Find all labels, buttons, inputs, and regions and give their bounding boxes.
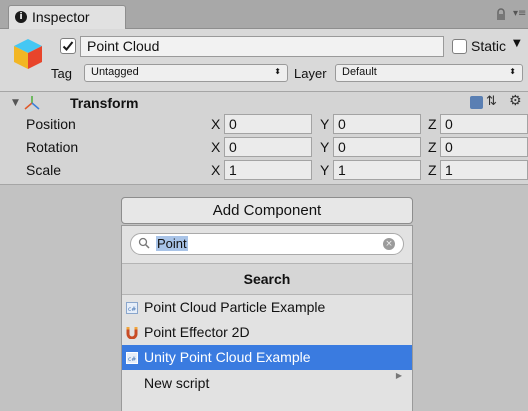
- search-section-title: Search: [122, 263, 412, 295]
- axis-z-label: Z: [428, 139, 437, 155]
- csharp-script-icon: c#: [126, 352, 138, 364]
- tab-inspector[interactable]: i Inspector: [8, 5, 126, 29]
- svg-text:c#: c#: [128, 306, 136, 313]
- position-x-field[interactable]: 0: [224, 114, 312, 134]
- tag-value: Untagged: [91, 66, 139, 78]
- list-item-label: Unity Point Cloud Example: [144, 349, 311, 365]
- object-header: Point Cloud Static ▼ Tag Untagged ⬍ Laye…: [0, 29, 528, 92]
- lock-icon[interactable]: [494, 8, 508, 22]
- static-label: Static: [471, 38, 507, 54]
- csharp-script-icon: c#: [126, 302, 138, 314]
- info-icon: i: [15, 11, 27, 23]
- static-dropdown-icon[interactable]: ▼: [513, 38, 521, 49]
- axis-z-label: Z: [428, 116, 437, 132]
- gameobject-cube-icon: [14, 39, 42, 69]
- checkmark-icon: [62, 41, 74, 51]
- list-item-label: New script: [144, 375, 210, 391]
- axis-x-label: X: [211, 162, 221, 178]
- scale-x-field[interactable]: 1: [224, 160, 312, 180]
- rotation-z-field[interactable]: 0: [440, 137, 528, 157]
- tab-bar: i Inspector ▾≡: [0, 0, 528, 29]
- position-y-field[interactable]: 0: [333, 114, 421, 134]
- axis-x-label: X: [211, 139, 221, 155]
- layer-label: Layer: [294, 66, 327, 81]
- list-item-selected[interactable]: c# Unity Point Cloud Example: [122, 345, 412, 370]
- active-checkbox[interactable]: [60, 38, 76, 54]
- axis-y-label: Y: [320, 162, 330, 178]
- foldout-arrow-icon[interactable]: ▼: [12, 98, 19, 108]
- axis-x-label: X: [211, 116, 221, 132]
- list-item[interactable]: Point Effector 2D: [122, 320, 412, 345]
- layer-dropdown[interactable]: Default ⬍: [335, 64, 523, 82]
- gear-icon[interactable]: ⚙: [509, 93, 522, 109]
- position-z-field[interactable]: 0: [440, 114, 528, 134]
- list-item[interactable]: c# Point Cloud Particle Example: [122, 295, 412, 320]
- search-icon: [138, 237, 150, 249]
- axis-z-label: Z: [428, 162, 437, 178]
- tab-menu-icon[interactable]: ▾≡: [513, 8, 526, 19]
- transform-component: ▼ Transform ⇅ ⚙ Position X 0 Y 0 Z 0 Rot…: [0, 92, 528, 185]
- search-input[interactable]: Point ×: [130, 233, 404, 255]
- add-component-button[interactable]: Add Component: [121, 197, 413, 224]
- static-checkbox[interactable]: [452, 39, 467, 54]
- tag-dropdown[interactable]: Untagged ⬍: [84, 64, 288, 82]
- list-item-label: Point Cloud Particle Example: [144, 299, 326, 315]
- preset-settings-icon[interactable]: ⇅: [486, 94, 497, 109]
- rotation-x-field[interactable]: 0: [224, 137, 312, 157]
- axis-y-label: Y: [320, 139, 330, 155]
- clear-search-icon[interactable]: ×: [383, 238, 395, 250]
- object-name-field[interactable]: Point Cloud: [80, 36, 444, 57]
- position-label: Position: [26, 116, 76, 132]
- dropdown-arrow-icon: ⬍: [274, 67, 281, 76]
- rotation-y-field[interactable]: 0: [333, 137, 421, 157]
- help-reference-icon[interactable]: [470, 96, 483, 109]
- axis-y-label: Y: [320, 116, 330, 132]
- scale-label: Scale: [26, 162, 62, 178]
- search-query: Point: [156, 236, 188, 251]
- magnet-icon: [126, 327, 138, 339]
- submenu-arrow-icon: ▶: [395, 371, 402, 380]
- scale-z-field[interactable]: 1: [440, 160, 528, 180]
- list-item[interactable]: New script ▶: [122, 371, 412, 396]
- layer-value: Default: [342, 66, 377, 78]
- rotation-label: Rotation: [26, 139, 79, 155]
- scale-y-field[interactable]: 1: [333, 160, 421, 180]
- list-item-label: Point Effector 2D: [144, 324, 250, 340]
- tag-label: Tag: [51, 66, 72, 81]
- transform-axes-icon: [24, 96, 40, 110]
- svg-text:c#: c#: [128, 356, 136, 363]
- component-search-popup: Point × Search c# Point Cloud Particle E…: [121, 225, 413, 411]
- dropdown-arrow-icon: ⬍: [509, 67, 516, 76]
- component-title[interactable]: Transform: [70, 95, 138, 111]
- tab-label: Inspector: [32, 9, 90, 25]
